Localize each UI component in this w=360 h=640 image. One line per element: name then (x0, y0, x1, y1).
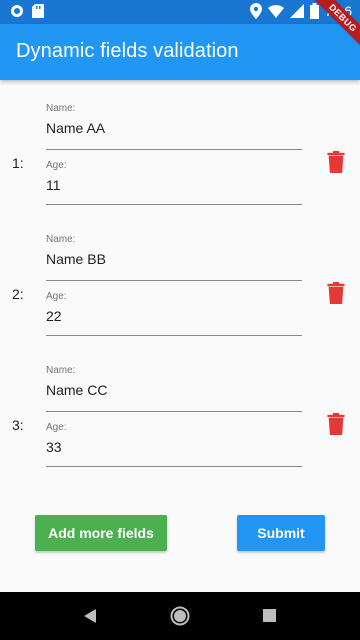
delete-icon[interactable] (327, 413, 345, 435)
delete-icon[interactable] (327, 151, 345, 173)
field-underline (46, 280, 302, 281)
age-field[interactable]: Age: 22 (46, 291, 302, 336)
name-field[interactable]: Name: Name AA (46, 103, 302, 150)
age-field-value: 22 (46, 308, 62, 324)
name-field-label: Name: (46, 103, 76, 114)
field-underline (46, 149, 302, 150)
field-group: 3: Name: Name CC Age: 33 (0, 365, 360, 485)
debug-banner-container: DEBUG (300, 0, 360, 60)
page-title: Dynamic fields validation (16, 40, 239, 62)
system-navigation-bar (0, 592, 360, 640)
age-field-value: 11 (46, 177, 61, 193)
entry-index: 2: (12, 286, 24, 302)
name-field[interactable]: Name: Name BB (46, 234, 302, 281)
field-underline (46, 466, 302, 467)
back-icon[interactable] (83, 609, 97, 623)
circle-status-icon (11, 5, 23, 17)
age-field-label: Age: (46, 160, 67, 171)
age-field[interactable]: Age: 33 (46, 422, 302, 467)
entry-index: 3: (12, 417, 24, 433)
delete-icon[interactable] (327, 282, 345, 304)
age-field[interactable]: Age: 11 (46, 160, 302, 205)
field-group: 1: Name: Name AA Age: 11 (0, 103, 360, 223)
field-underline (46, 411, 302, 412)
name-field-value: Name CC (46, 382, 108, 398)
recents-icon[interactable] (263, 609, 276, 622)
submit-button[interactable]: Submit (237, 515, 325, 551)
name-field-value: Name AA (46, 120, 106, 136)
age-field-label: Age: (46, 422, 67, 433)
field-underline (46, 204, 302, 205)
home-icon[interactable] (170, 606, 190, 626)
debug-banner: DEBUG (304, 0, 360, 57)
name-field-value: Name BB (46, 251, 106, 267)
sd-card-icon (32, 4, 44, 18)
name-field-label: Name: (46, 234, 76, 245)
entry-index: 1: (12, 155, 24, 171)
age-field-value: 33 (46, 439, 62, 455)
field-underline (46, 335, 302, 336)
wifi-icon (267, 5, 284, 18)
field-group: 2: Name: Name BB Age: 22 (0, 234, 360, 354)
location-pin-icon (249, 3, 262, 19)
add-more-fields-button[interactable]: Add more fields (35, 515, 167, 551)
name-field[interactable]: Name: Name CC (46, 365, 302, 412)
age-field-label: Age: (46, 291, 67, 302)
name-field-label: Name: (46, 365, 76, 376)
